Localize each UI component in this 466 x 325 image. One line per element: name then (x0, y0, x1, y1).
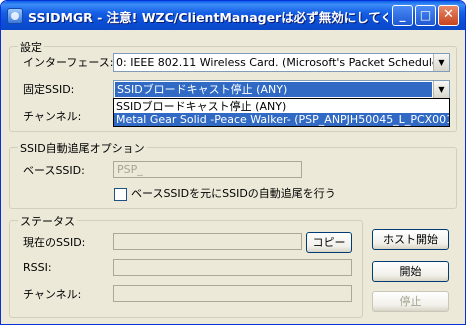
maximize-button[interactable]: □ (415, 5, 436, 26)
dropdown-option[interactable]: SSIDブロードキャスト停止 (ANY) (114, 100, 449, 113)
copy-button[interactable]: コピー (306, 232, 352, 253)
interface-select-value: 0: IEEE 802.11 Wireless Card. (Microsoft… (116, 56, 448, 69)
base-ssid-label: ベースSSID: (23, 164, 85, 177)
rssi-field[interactable] (113, 259, 352, 276)
chevron-down-icon[interactable]: ▼ (433, 54, 449, 71)
auto-follow-checkbox-label[interactable]: ベースSSIDを元にSSIDの自動追尾を行う (131, 187, 336, 201)
minimize-button[interactable]: _ (392, 5, 413, 26)
window-title: SSIDMGR - 注意! WZC/ClientManagerは必ず無効にしてく… (28, 10, 388, 25)
fixed-ssid-select[interactable]: SSIDブロードキャスト停止 (ANY) ▼ (113, 80, 450, 99)
current-ssid-field[interactable] (113, 233, 302, 250)
channel-label: チャンネル: (23, 110, 82, 123)
base-ssid-value: PSP_ (117, 163, 143, 176)
fixed-ssid-dropdown-list: SSIDブロードキャスト停止 (ANY) Metal Gear Solid -P… (113, 98, 450, 127)
chevron-down-icon[interactable]: ▼ (433, 81, 449, 98)
base-ssid-field[interactable]: PSP_ (113, 161, 302, 178)
settings-group-label: 設定 (18, 39, 44, 55)
rssi-label: RSSI: (23, 261, 52, 274)
current-ssid-label: 現在のSSID: (23, 236, 86, 249)
stop-button[interactable]: 停止 (372, 291, 449, 312)
interface-select[interactable]: 0: IEEE 802.11 Wireless Card. (Microsoft… (113, 53, 450, 72)
fixed-ssid-label: 固定SSID: (23, 83, 75, 96)
status-group-label: ステータス (18, 213, 77, 229)
title-bar[interactable]: SSIDMGR - 注意! WZC/ClientManagerは必ず無効にしてく… (1, 1, 465, 30)
host-start-button[interactable]: ホスト開始 (372, 229, 449, 250)
channel-field[interactable] (113, 285, 352, 302)
fixed-ssid-select-value: SSIDブロードキャスト停止 (ANY) (115, 82, 432, 97)
start-button[interactable]: 開始 (372, 261, 449, 282)
status-channel-label: チャンネル: (23, 288, 82, 301)
main-window: SSIDMGR - 注意! WZC/ClientManagerは必ず無効にしてく… (0, 0, 466, 325)
auto-follow-checkbox[interactable] (114, 188, 127, 201)
dropdown-option-highlighted[interactable]: Metal Gear Solid -Peace Walker- (PSP_ANP… (114, 113, 449, 126)
interface-label: インターフェース: (23, 56, 114, 69)
auto-follow-group-label: SSID自動追尾オプション (18, 140, 147, 156)
app-icon (7, 8, 23, 24)
close-button[interactable]: ✕ (438, 5, 459, 26)
